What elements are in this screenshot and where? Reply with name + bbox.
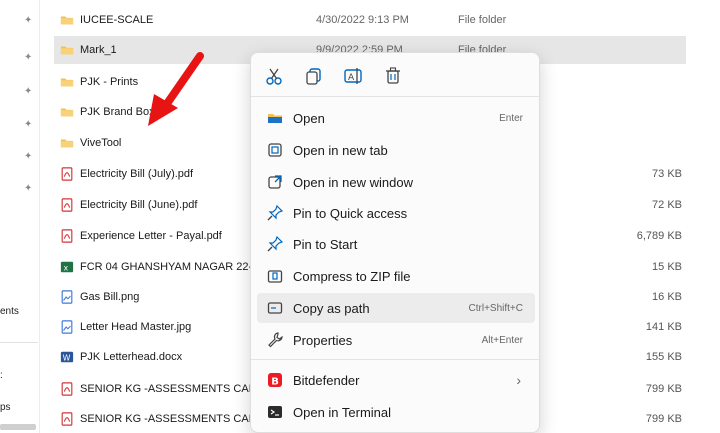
word-icon: W <box>60 350 74 364</box>
svg-text:W: W <box>63 354 71 363</box>
nav-item-label[interactable]: ents <box>0 306 19 317</box>
menu-item-open-terminal[interactable]: Open in Terminal <box>257 397 535 427</box>
nav-item-label[interactable]: : <box>0 370 3 381</box>
menu-item-copy-as-path[interactable]: Copy as path Ctrl+Shift+C <box>257 293 535 323</box>
file-name: Letter Head Master.jpg <box>80 321 192 333</box>
file-name: PJK Letterhead.docx <box>80 351 183 363</box>
file-row[interactable]: IUCEE-SCALE 4/30/2022 9:13 PM File folder <box>54 6 686 34</box>
copy-icon[interactable] <box>303 65 325 87</box>
menu-item-label: Open in new tab <box>293 143 388 158</box>
nav-item-label[interactable]: ps <box>0 402 11 413</box>
menu-item-shortcut: Enter <box>499 113 523 124</box>
pdf-icon <box>60 198 74 212</box>
svg-text:B: B <box>271 377 279 388</box>
open-folder-icon <box>267 110 283 126</box>
menu-item-pin-start[interactable]: Pin to Start <box>257 229 535 259</box>
menu-item-open-new-window[interactable]: Open in new window <box>257 167 535 197</box>
menu-item-shortcut: Ctrl+Shift+C <box>468 303 523 314</box>
nav-divider <box>0 342 38 343</box>
file-name: Electricity Bill (June).pdf <box>80 199 198 211</box>
menu-item-compress-zip[interactable]: Compress to ZIP file <box>257 261 535 291</box>
bitdefender-icon: B <box>267 372 283 388</box>
file-size: 6,789 KB <box>636 230 682 242</box>
file-name: Experience Letter - Payal.pdf <box>80 230 222 242</box>
file-size: 141 KB <box>645 321 682 333</box>
wrench-icon <box>267 332 283 348</box>
nav-scrollbar[interactable] <box>0 424 36 430</box>
folder-icon <box>60 105 74 119</box>
cut-icon[interactable] <box>263 65 285 87</box>
file-name: Mark_1 <box>80 44 117 56</box>
menu-item-label: Pin to Start <box>293 237 358 252</box>
rename-icon[interactable]: A <box>342 65 364 87</box>
file-date-modified: 4/30/2022 9:13 PM <box>316 14 409 26</box>
annotation-arrow-icon <box>148 52 204 126</box>
menu-item-label: Open <box>293 111 325 126</box>
svg-text:A: A <box>348 73 355 83</box>
file-size: 73 KB <box>652 168 682 180</box>
file-name: Electricity Bill (July).pdf <box>80 168 194 180</box>
pin-icon <box>267 235 284 252</box>
menu-item-open-new-tab[interactable]: Open in new tab <box>257 135 535 165</box>
context-menu: A Open Enter Open in new tab Open in new wi… <box>250 52 540 433</box>
file-size: 155 KB <box>645 351 682 363</box>
pdf-icon <box>60 229 74 243</box>
excel-icon: x <box>60 260 74 274</box>
svg-text:x: x <box>64 264 69 273</box>
delete-icon[interactable] <box>382 65 404 87</box>
pin-icon[interactable]: ✦ <box>24 53 34 63</box>
new-tab-icon <box>267 142 283 158</box>
new-window-icon <box>267 174 283 190</box>
file-name: IUCEE-SCALE <box>80 14 154 26</box>
pdf-icon <box>60 412 74 426</box>
pin-icon <box>267 204 284 221</box>
pin-icon[interactable]: ✦ <box>24 87 34 97</box>
menu-item-label: Pin to Quick access <box>293 206 408 221</box>
image-icon <box>60 320 74 334</box>
pin-icon[interactable]: ✦ <box>24 152 34 162</box>
folder-icon <box>60 136 74 150</box>
pin-icon[interactable]: ✦ <box>24 184 34 194</box>
menu-item-label: Copy as path <box>293 301 370 316</box>
file-size: 72 KB <box>652 199 682 211</box>
folder-icon <box>60 13 74 27</box>
file-size: 799 KB <box>645 383 682 395</box>
menu-item-pin-quick-access[interactable]: Pin to Quick access <box>257 198 535 228</box>
zip-icon <box>267 268 283 284</box>
copy-path-icon <box>267 300 283 316</box>
menu-item-open[interactable]: Open Enter <box>257 103 535 133</box>
file-name: ViveTool <box>80 137 122 149</box>
navigation-pane: ✦ ✦ ✦ ✦ ✦ ✦ ents : ps <box>0 0 40 433</box>
pdf-icon <box>60 382 74 396</box>
menu-item-label: Compress to ZIP file <box>293 269 411 284</box>
context-menu-toolbar: A <box>251 53 539 97</box>
chevron-right-icon: › <box>516 372 521 388</box>
file-size: 799 KB <box>645 413 682 425</box>
menu-item-label: Open in Terminal <box>293 405 392 420</box>
folder-icon <box>60 43 74 57</box>
file-size: 16 KB <box>652 291 682 303</box>
menu-item-shortcut: Alt+Enter <box>481 335 523 346</box>
menu-item-label: Open in new window <box>293 175 413 190</box>
file-size: 15 KB <box>652 261 682 273</box>
image-icon <box>60 290 74 304</box>
file-type: File folder <box>458 14 507 26</box>
pdf-icon <box>60 167 74 181</box>
file-name: PJK - Prints <box>80 76 139 88</box>
file-name: FCR 04 GHANSHYAM NAGAR 22- <box>80 261 253 273</box>
menu-item-properties[interactable]: Properties Alt+Enter <box>257 325 535 355</box>
menu-item-bitdefender[interactable]: B Bitdefender › <box>257 365 535 395</box>
menu-divider <box>251 359 539 360</box>
file-name: SENIOR KG -ASSESSMENTS CARD <box>80 413 265 425</box>
file-name: SENIOR KG -ASSESSMENTS CARD <box>80 383 265 395</box>
pin-icon[interactable]: ✦ <box>24 16 34 26</box>
file-name: Gas Bill.png <box>80 291 140 303</box>
folder-icon <box>60 75 74 89</box>
menu-item-label: Bitdefender <box>293 373 360 388</box>
menu-item-label: Properties <box>293 333 353 348</box>
terminal-icon <box>267 404 283 420</box>
pin-icon[interactable]: ✦ <box>24 120 34 130</box>
